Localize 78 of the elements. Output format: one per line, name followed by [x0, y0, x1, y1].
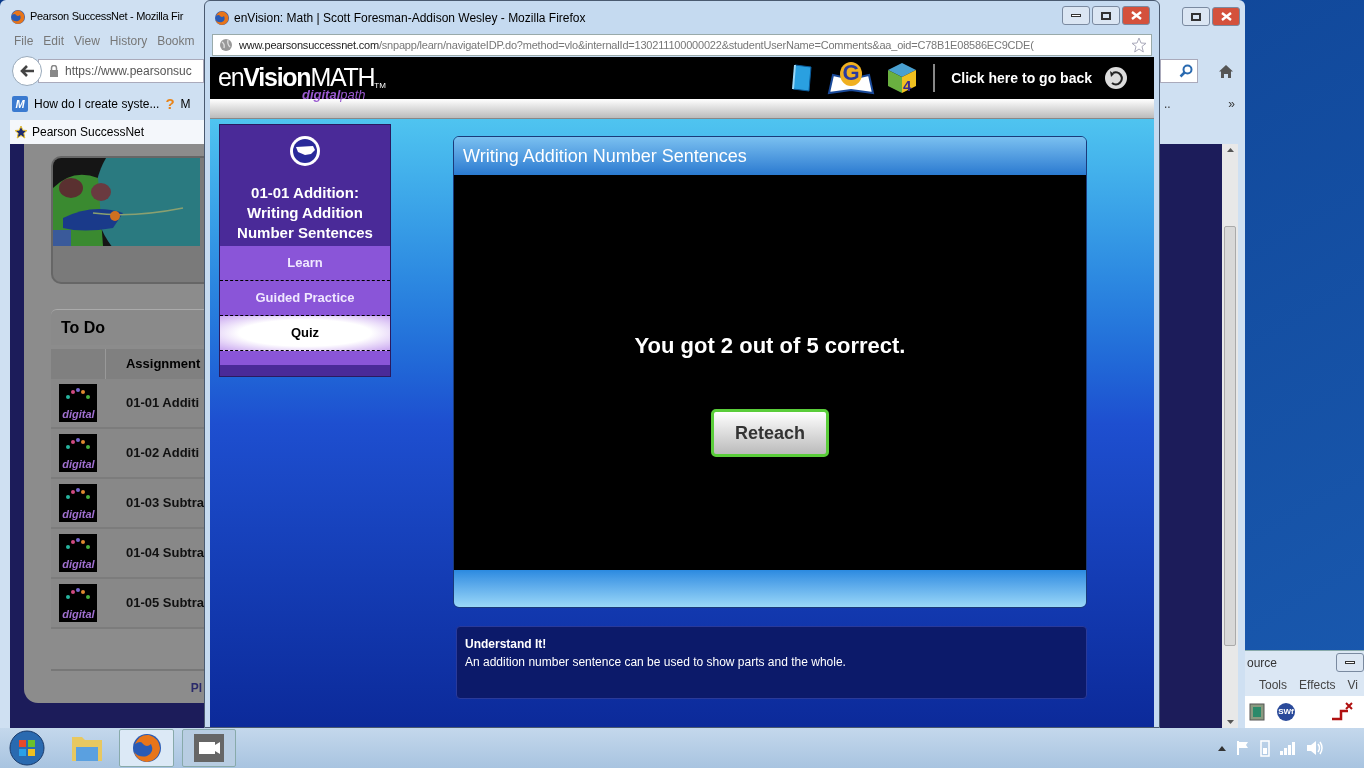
go-back-button[interactable]: Click here to go back: [951, 66, 1128, 90]
scroll-down-icon[interactable]: [1226, 720, 1234, 724]
menu-item[interactable]: Tools: [1259, 676, 1287, 694]
url-field[interactable]: https://www.pearsonsuc: [38, 59, 204, 83]
globe-icon: [219, 38, 233, 52]
star-icon[interactable]: [1131, 37, 1147, 53]
star-icon: [14, 125, 28, 139]
menu-item[interactable]: Bookm: [157, 32, 195, 50]
digital-badge: digital: [59, 584, 98, 622]
assignment-title: 01-05 Subtra: [124, 594, 204, 613]
bookmarks-text: ..: [1164, 96, 1171, 113]
assignment-row[interactable]: digital 01-03 Subtra: [50, 479, 204, 529]
menu-item[interactable]: Effects: [1299, 676, 1336, 694]
overflow-button[interactable]: »: [1228, 95, 1241, 113]
window-title: enVision: Math | Scott Foresman-Addison Wesley - Mozilla Firefox: [234, 9, 587, 27]
show-hidden-icon[interactable]: [1218, 745, 1226, 751]
maximize-button[interactable]: [1182, 7, 1210, 26]
firefox-icon: [214, 9, 230, 26]
disconnect-icon[interactable]: [1331, 702, 1353, 722]
digital-badge: digital: [59, 534, 98, 572]
back-arrow-icon: [19, 64, 35, 78]
scroll-up-icon[interactable]: [1226, 148, 1234, 152]
taskbar-button[interactable]: [119, 729, 174, 767]
info-text: An addition number sentence can be used to show parts and the whole.: [465, 654, 847, 671]
start-button[interactable]: [9, 730, 45, 766]
window-title: Pearson SuccessNet - Mozilla Fir: [30, 9, 183, 25]
assignment-row[interactable]: digital 01-04 Subtra: [50, 529, 204, 579]
assignment-row[interactable]: digital 01-02 Additi: [50, 429, 204, 479]
assignment-title: 01-02 Additi: [124, 444, 200, 463]
map-icon: [289, 135, 321, 167]
search-icon: [1179, 64, 1193, 78]
close-icon: [1130, 11, 1142, 20]
video-camera-icon: [194, 734, 224, 762]
menu-item[interactable]: Vi: [1347, 676, 1358, 694]
lesson-title: 01-01 Addition: Writing Addition Number Sentences: [236, 183, 374, 243]
back-button[interactable]: [12, 56, 42, 86]
firefox-icon: [130, 732, 163, 764]
score-text: You got 2 out of 5 correct.: [634, 332, 906, 360]
scrollbar[interactable]: [1222, 144, 1238, 728]
digital-badge: digital: [59, 484, 98, 522]
assignment-title: 01-04 Subtra: [124, 544, 204, 563]
close-icon: [1220, 12, 1232, 21]
menu-item[interactable]: History: [109, 32, 148, 50]
assignment-title: 01-03 Subtra: [124, 494, 204, 513]
swf-icon[interactable]: SWf: [1277, 703, 1295, 721]
reteach-button[interactable]: Reteach: [711, 409, 829, 457]
digital-badge: digital: [59, 384, 98, 422]
home-icon[interactable]: [1218, 63, 1234, 79]
menu-item[interactable]: Edit: [43, 32, 65, 50]
help-icon: ?: [165, 92, 175, 116]
assignment-title: 01-01 Additi: [124, 394, 200, 413]
window-title: ource: [1247, 654, 1278, 672]
bookmark-icon: M: [12, 96, 28, 112]
assignment-row[interactable]: digital 01-01 Additi: [50, 379, 204, 429]
bookmark-link[interactable]: How do I create syste...: [34, 95, 160, 113]
close-button[interactable]: [1122, 6, 1150, 25]
browser-tab[interactable]: Pearson SuccessNet: [10, 120, 204, 144]
column-header: Assignment: [124, 355, 201, 374]
lesson-tab[interactable]: Quiz: [220, 316, 390, 351]
bookmark-link[interactable]: M: [180, 95, 191, 113]
panel-title: Writing Addition Number Sentences: [463, 144, 747, 168]
taskbar-button[interactable]: [182, 729, 236, 767]
lesson-tab[interactable]: Learn: [220, 246, 390, 281]
minimize-button[interactable]: [1062, 6, 1090, 25]
lesson-tab[interactable]: Guided Practice: [220, 281, 390, 316]
minimize-button[interactable]: [1336, 653, 1364, 672]
lock-icon: [49, 65, 59, 77]
search-field[interactable]: [1160, 59, 1198, 83]
url-field[interactable]: www.pearsonsuccessnet.com/snpapp/learn/navigateIDP.do?method=vlo&internalId=130211100000022&studentUserName=Comments&aa_oid=C78B1E08586EC9CDE(: [212, 34, 1152, 56]
close-button[interactable]: [1212, 7, 1240, 26]
info-heading: Understand It!: [465, 636, 548, 653]
maximize-button[interactable]: [1092, 6, 1120, 25]
footer-text: Pl: [190, 680, 202, 697]
digital-badge: digital: [59, 434, 98, 472]
firefox-icon: [10, 8, 26, 25]
menu-item[interactable]: File: [14, 32, 34, 50]
menu-item[interactable]: View: [74, 32, 100, 50]
assignment-row[interactable]: digital 01-05 Subtra: [50, 579, 204, 629]
